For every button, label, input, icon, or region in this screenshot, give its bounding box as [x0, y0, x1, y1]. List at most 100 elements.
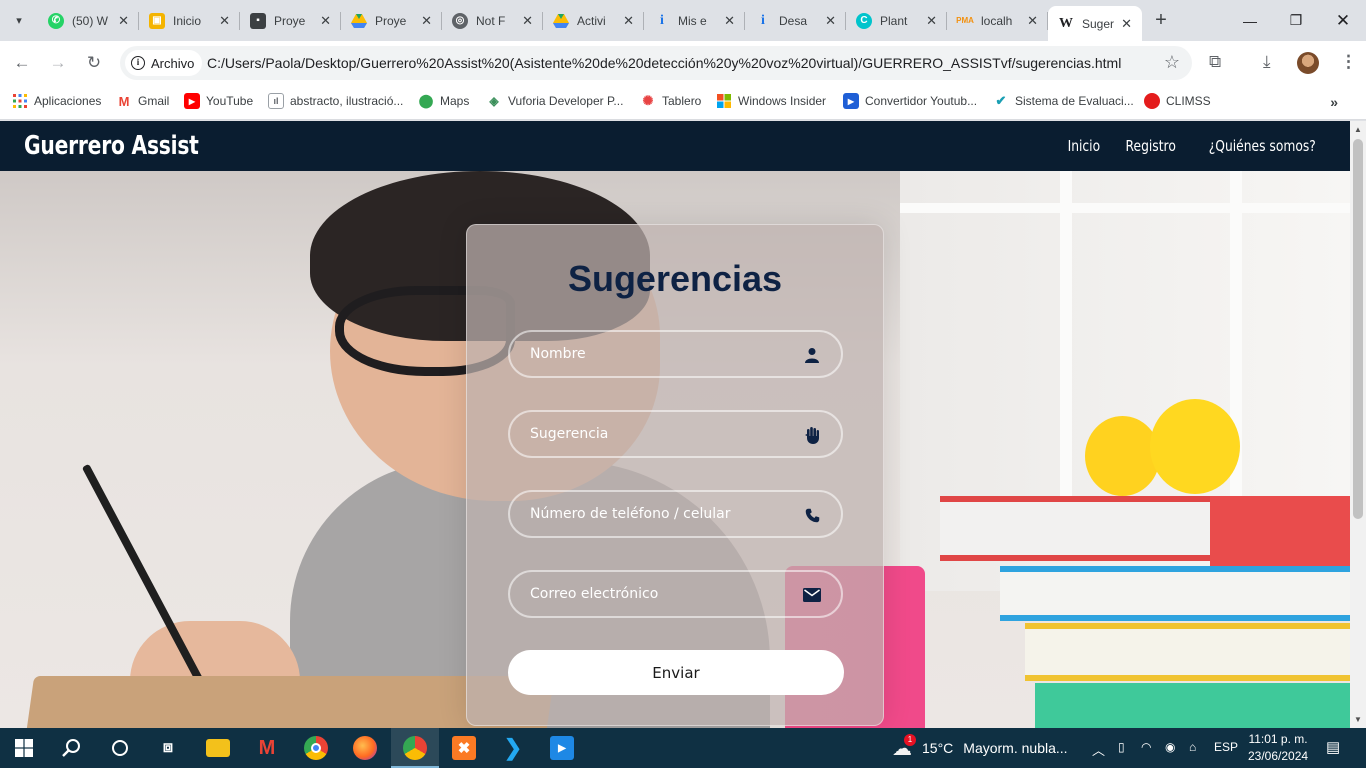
bookmark-label: Aplicaciones: [34, 94, 102, 108]
close-tab-icon[interactable]: ✕: [118, 13, 129, 29]
site-header: Guerrero Assist Inicio Registro ¿Quiénes…: [0, 121, 1350, 171]
tray-chevron-up-icon[interactable]: ︿: [1092, 740, 1105, 759]
tab-search-chevron-icon[interactable]: ▾: [6, 7, 32, 33]
browser-tab[interactable]: Proye ✕: [341, 0, 442, 41]
email-input[interactable]: [510, 572, 841, 616]
nav-link-registro[interactable]: Registro: [1126, 137, 1176, 155]
browser-tab[interactable]: Activi ✕: [543, 0, 644, 41]
close-window-button[interactable]: ✕: [1320, 0, 1366, 41]
browser-tab[interactable]: ▣ Inicio ✕: [139, 0, 240, 41]
restore-button[interactable]: ❐: [1273, 0, 1319, 41]
more-menu-icon[interactable]: ⋮: [1340, 52, 1357, 72]
file-explorer-icon[interactable]: [206, 739, 230, 757]
reload-icon[interactable]: ↻: [82, 51, 106, 75]
nav-link-quienes-somos[interactable]: ¿Quiénes somos?: [1209, 137, 1316, 155]
address-bar[interactable]: i Archivo C:/Users/Paola/Desktop/Guerrer…: [120, 46, 1192, 80]
scroll-down-arrow-icon[interactable]: ▼: [1354, 715, 1362, 724]
browser-tab-active[interactable]: W Suger ✕: [1048, 6, 1142, 41]
hand-icon: [803, 426, 821, 444]
bookmark-item[interactable]: Aplicaciones: [12, 93, 101, 109]
bookmark-star-icon[interactable]: ☆: [1164, 52, 1180, 73]
url-text[interactable]: C:/Users/Paola/Desktop/Guerrero%20Assist…: [207, 55, 1121, 71]
browser-tab[interactable]: ✆ (50) W ✕: [38, 0, 139, 41]
chrome-icon[interactable]: [304, 736, 328, 760]
network-icon[interactable]: ⌂: [1189, 740, 1196, 754]
scrollbar-thumb[interactable]: [1353, 139, 1363, 519]
tab-title: Proye: [274, 13, 306, 28]
close-tab-icon[interactable]: ✕: [825, 13, 836, 29]
forward-arrow-icon[interactable]: →: [46, 51, 70, 75]
phone-input[interactable]: [510, 492, 841, 536]
minimize-button[interactable]: —: [1227, 0, 1273, 41]
bookmark-label: Windows Insider: [738, 94, 827, 108]
bookmark-item[interactable]: CLIMSS: [1144, 93, 1211, 109]
browser-tab[interactable]: C Plant ✕: [846, 0, 947, 41]
tab-title: Plant: [880, 13, 908, 28]
close-tab-icon[interactable]: ✕: [421, 13, 432, 29]
bookmark-item[interactable]: M Gmail: [116, 93, 170, 109]
browser-tab[interactable]: i Desa ✕: [745, 0, 846, 41]
name-field: [508, 330, 843, 378]
close-tab-icon[interactable]: ✕: [219, 13, 230, 29]
send-button[interactable]: Enviar: [508, 650, 844, 695]
chrome-profile-icon[interactable]: [403, 736, 427, 760]
bookmark-item[interactable]: ✺ Tablero: [640, 93, 702, 109]
extensions-puzzle-icon[interactable]: ⧉: [1209, 52, 1221, 72]
back-arrow-icon[interactable]: ←: [10, 51, 34, 75]
shelf-divider: [900, 203, 1350, 213]
cortana-icon[interactable]: [108, 736, 132, 760]
wifi-icon[interactable]: ◠: [1141, 740, 1151, 754]
close-tab-icon[interactable]: ✕: [1121, 16, 1132, 32]
close-tab-icon[interactable]: ✕: [724, 13, 735, 29]
movie-maker-icon[interactable]: ▶: [550, 736, 574, 760]
volume-icon[interactable]: ◉: [1165, 740, 1175, 754]
browser-tab[interactable]: ◎ Not F ✕: [442, 0, 543, 41]
bookmark-item[interactable]: ◈ Vuforia Developer P...: [486, 93, 623, 109]
nav-link-inicio[interactable]: Inicio: [1068, 137, 1101, 155]
task-view-icon[interactable]: ⧈: [156, 736, 180, 760]
phone-field: [508, 490, 843, 538]
bookmark-item[interactable]: ▶ Convertidor Youtub...: [843, 93, 977, 109]
gmail-taskbar-icon[interactable]: M: [255, 736, 279, 760]
browser-tab[interactable]: PMA localh ✕: [947, 0, 1048, 41]
profile-avatar[interactable]: [1297, 52, 1319, 74]
close-tab-icon[interactable]: ✕: [320, 13, 331, 29]
vuforia-icon: ◈: [489, 94, 499, 108]
bookmark-item[interactable]: ıl abstracto, ilustració...: [268, 93, 403, 109]
new-tab-button[interactable]: +: [1150, 9, 1172, 31]
vscode-icon[interactable]: ❯: [501, 735, 525, 760]
weather-badge: 1: [904, 733, 916, 746]
more-bookmarks-chevron-icon[interactable]: »: [1330, 94, 1338, 110]
search-icon[interactable]: [60, 736, 84, 760]
weather-widget[interactable]: ☁ 1 15°C Mayorm. nubla...: [892, 728, 1068, 768]
bookmark-item[interactable]: ✔ Sistema de Evaluaci...: [993, 93, 1134, 109]
close-tab-icon[interactable]: ✕: [926, 13, 937, 29]
windows-taskbar: ⧈ M ✖ ❯ ▶ ☁ 1 15°C Mayorm. nubla... ︿ ▯ ◠…: [0, 728, 1366, 768]
drive-icon: [351, 13, 367, 29]
bookmark-item[interactable]: Windows Insider: [716, 93, 826, 109]
whatsapp-icon: ✆: [48, 12, 64, 29]
site-info-chip[interactable]: i Archivo: [125, 50, 203, 76]
shelf-divider: [1060, 171, 1072, 501]
browser-tab[interactable]: ▪ Proye ✕: [240, 0, 341, 41]
bookmark-item[interactable]: ▶ YouTube: [184, 93, 253, 109]
close-tab-icon[interactable]: ✕: [1027, 13, 1038, 29]
firefox-icon[interactable]: [353, 736, 377, 760]
page-scrollbar[interactable]: ▲ ▼: [1350, 121, 1366, 728]
usb-device-icon[interactable]: ▯: [1118, 740, 1125, 754]
windows-start-icon[interactable]: [12, 736, 36, 760]
xampp-icon[interactable]: ✖: [452, 736, 476, 760]
bookmark-item[interactable]: ⬤ Maps: [418, 93, 470, 109]
scroll-up-arrow-icon[interactable]: ▲: [1354, 125, 1362, 134]
form-title: Sugerencias: [567, 258, 783, 299]
download-icon[interactable]: ⤓: [1263, 52, 1271, 72]
name-input[interactable]: [510, 332, 841, 376]
suggestion-input[interactable]: [510, 412, 841, 456]
input-language[interactable]: ESP: [1214, 740, 1238, 754]
close-tab-icon[interactable]: ✕: [623, 13, 634, 29]
browser-tab[interactable]: i Mis e ✕: [644, 0, 745, 41]
close-tab-icon[interactable]: ✕: [522, 13, 533, 29]
site-brand-logo[interactable]: Guerrero Assist: [24, 131, 199, 161]
notifications-icon[interactable]: ▤: [1326, 738, 1340, 756]
system-clock[interactable]: 11:01 p. m. 23/06/2024: [1248, 731, 1308, 765]
